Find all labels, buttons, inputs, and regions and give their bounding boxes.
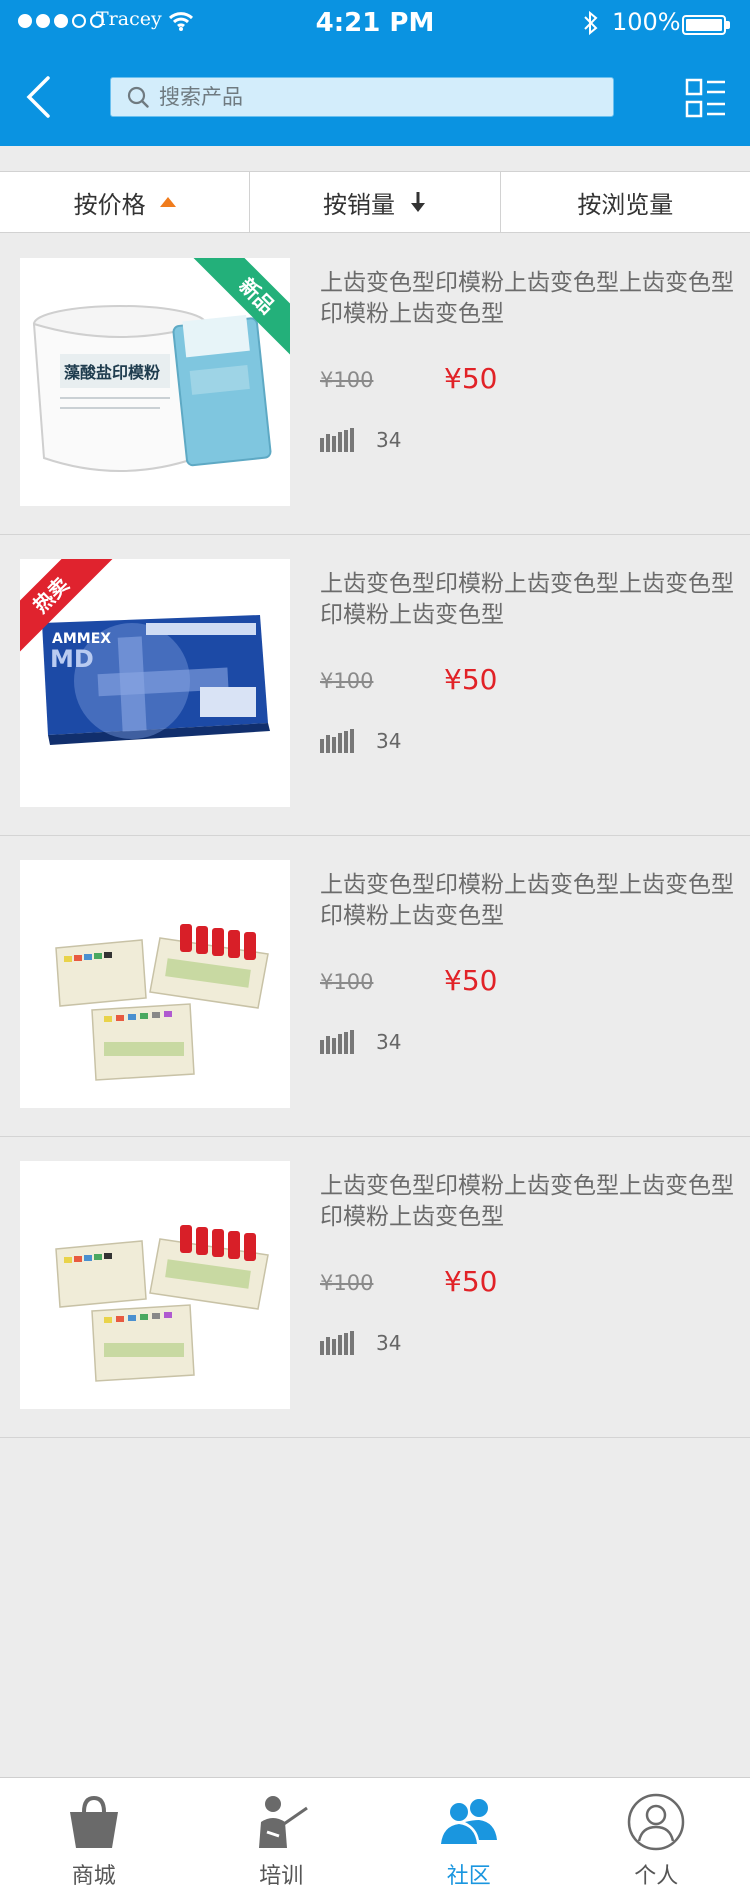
product-item[interactable]: AMMEX MD 热卖 上齿变色型印模粉上齿变色型上齿变色型印模粉上齿变色型 ¥… [0,535,750,836]
product-info: 上齿变色型印模粉上齿变色型上齿变色型印模粉上齿变色型 ¥100 ¥50 34 [320,268,736,452]
sort-by-price-label: 按价格 [73,190,146,219]
tab-label: 培训 [259,1864,304,1889]
sort-by-views-label: 按浏览量 [577,190,674,219]
product-image[interactable]: 藻酸盐印模粉 新品 [20,258,290,506]
view-count: 34 [376,428,402,452]
status-bar: Tracey 4:21 PM 100% [0,0,750,48]
product-title[interactable]: 上齿变色型印模粉上齿变色型上齿变色型印模粉上齿变色型 [320,1171,736,1233]
product-info: 上齿变色型印模粉上齿变色型上齿变色型印模粉上齿变色型 ¥100 ¥50 34 [320,569,736,753]
tab-label: 个人 [634,1864,679,1889]
product-list: 藻酸盐印模粉 新品 上齿变色型印模粉上齿变色型上齿变色型印模粉上齿变色型 ¥10… [0,234,750,1438]
tab-mall[interactable]: 商城 [0,1778,188,1895]
sort-by-sales-label: 按销量 [322,190,395,219]
sort-ascending-icon [159,197,176,207]
product-title[interactable]: 上齿变色型印模粉上齿变色型上齿变色型印模粉上齿变色型 [320,870,736,932]
search-input[interactable] [159,85,579,109]
bottom-tab-bar: 商城 培训 社区 个人 [0,1777,750,1895]
sale-price: ¥50 [444,964,498,997]
battery-percentage: 100% [612,8,681,36]
bar-chart-icon [320,1030,354,1054]
product-image[interactable] [20,1161,290,1409]
tab-community[interactable]: 社区 [375,1778,563,1895]
product-prices: ¥100 ¥50 [320,663,736,696]
person-icon [628,1793,685,1851]
view-count: 34 [376,1030,402,1054]
tab-personal[interactable]: 个人 [563,1778,750,1895]
sale-price: ¥50 [444,1265,498,1298]
sale-price: ¥50 [444,362,498,395]
sort-by-price-button[interactable]: 按价格 [0,172,249,232]
product-box-label: 藻酸盐印模粉 [64,363,160,382]
bar-chart-icon [320,428,354,452]
search-box[interactable] [110,77,614,117]
sort-bar: 按价格 按销量 按浏览量 [0,171,750,233]
product-item[interactable]: 藻酸盐印模粉 新品 上齿变色型印模粉上齿变色型上齿变色型印模粉上齿变色型 ¥10… [0,234,750,535]
product-prices: ¥100 ¥50 [320,1265,736,1298]
tab-training[interactable]: 培训 [188,1778,376,1895]
view-count: 34 [376,1331,402,1355]
product-stats: 34 [320,428,736,452]
product-stats: 34 [320,1030,736,1054]
view-count: 34 [376,729,402,753]
product-image[interactable]: AMMEX MD 热卖 [20,559,290,807]
app-header: Tracey 4:21 PM 100% [0,0,750,146]
product-title[interactable]: 上齿变色型印模粉上齿变色型上齿变色型印模粉上齿变色型 [320,569,736,631]
product-prices: ¥100 ¥50 [320,964,736,997]
product-image[interactable] [20,860,290,1108]
bluetooth-icon [582,10,600,42]
product-item[interactable]: 上齿变色型印模粉上齿变色型上齿变色型印模粉上齿变色型 ¥100 ¥50 34 [0,1137,750,1438]
search-icon [127,86,149,108]
community-icon [440,1799,497,1844]
original-price: ¥100 [320,368,374,392]
list-view-toggle-button[interactable] [684,76,728,120]
tab-label: 商城 [71,1864,116,1889]
list-grid-icon [685,78,725,118]
sort-by-sales-button[interactable]: 按销量 [249,172,499,232]
product-stats: 34 [320,1331,736,1355]
original-price: ¥100 [320,669,374,693]
teacher-icon [259,1796,309,1848]
sale-price: ¥50 [444,663,498,696]
bar-chart-icon [320,1331,354,1355]
product-prices: ¥100 ¥50 [320,362,736,395]
product-info: 上齿变色型印模粉上齿变色型上齿变色型印模粉上齿变色型 ¥100 ¥50 34 [320,870,736,1054]
sort-by-views-button[interactable]: 按浏览量 [499,172,750,232]
product-stats: 34 [320,729,736,753]
shopping-bag-icon [69,1795,118,1848]
tab-label: 社区 [446,1864,491,1889]
product-title[interactable]: 上齿变色型印模粉上齿变色型上齿变色型印模粉上齿变色型 [320,268,736,330]
product-info: 上齿变色型印模粉上齿变色型上齿变色型印模粉上齿变色型 ¥100 ¥50 34 [320,1171,736,1355]
chevron-left-icon [26,76,50,118]
original-price: ¥100 [320,970,374,994]
product-item[interactable]: 上齿变色型印模粉上齿变色型上齿变色型印模粉上齿变色型 ¥100 ¥50 34 [0,836,750,1137]
back-button[interactable] [14,72,62,122]
bar-chart-icon [320,729,354,753]
original-price: ¥100 [320,1271,374,1295]
product-box-model: MD [50,645,94,673]
battery-icon [682,15,730,35]
arrow-down-icon [410,192,425,212]
